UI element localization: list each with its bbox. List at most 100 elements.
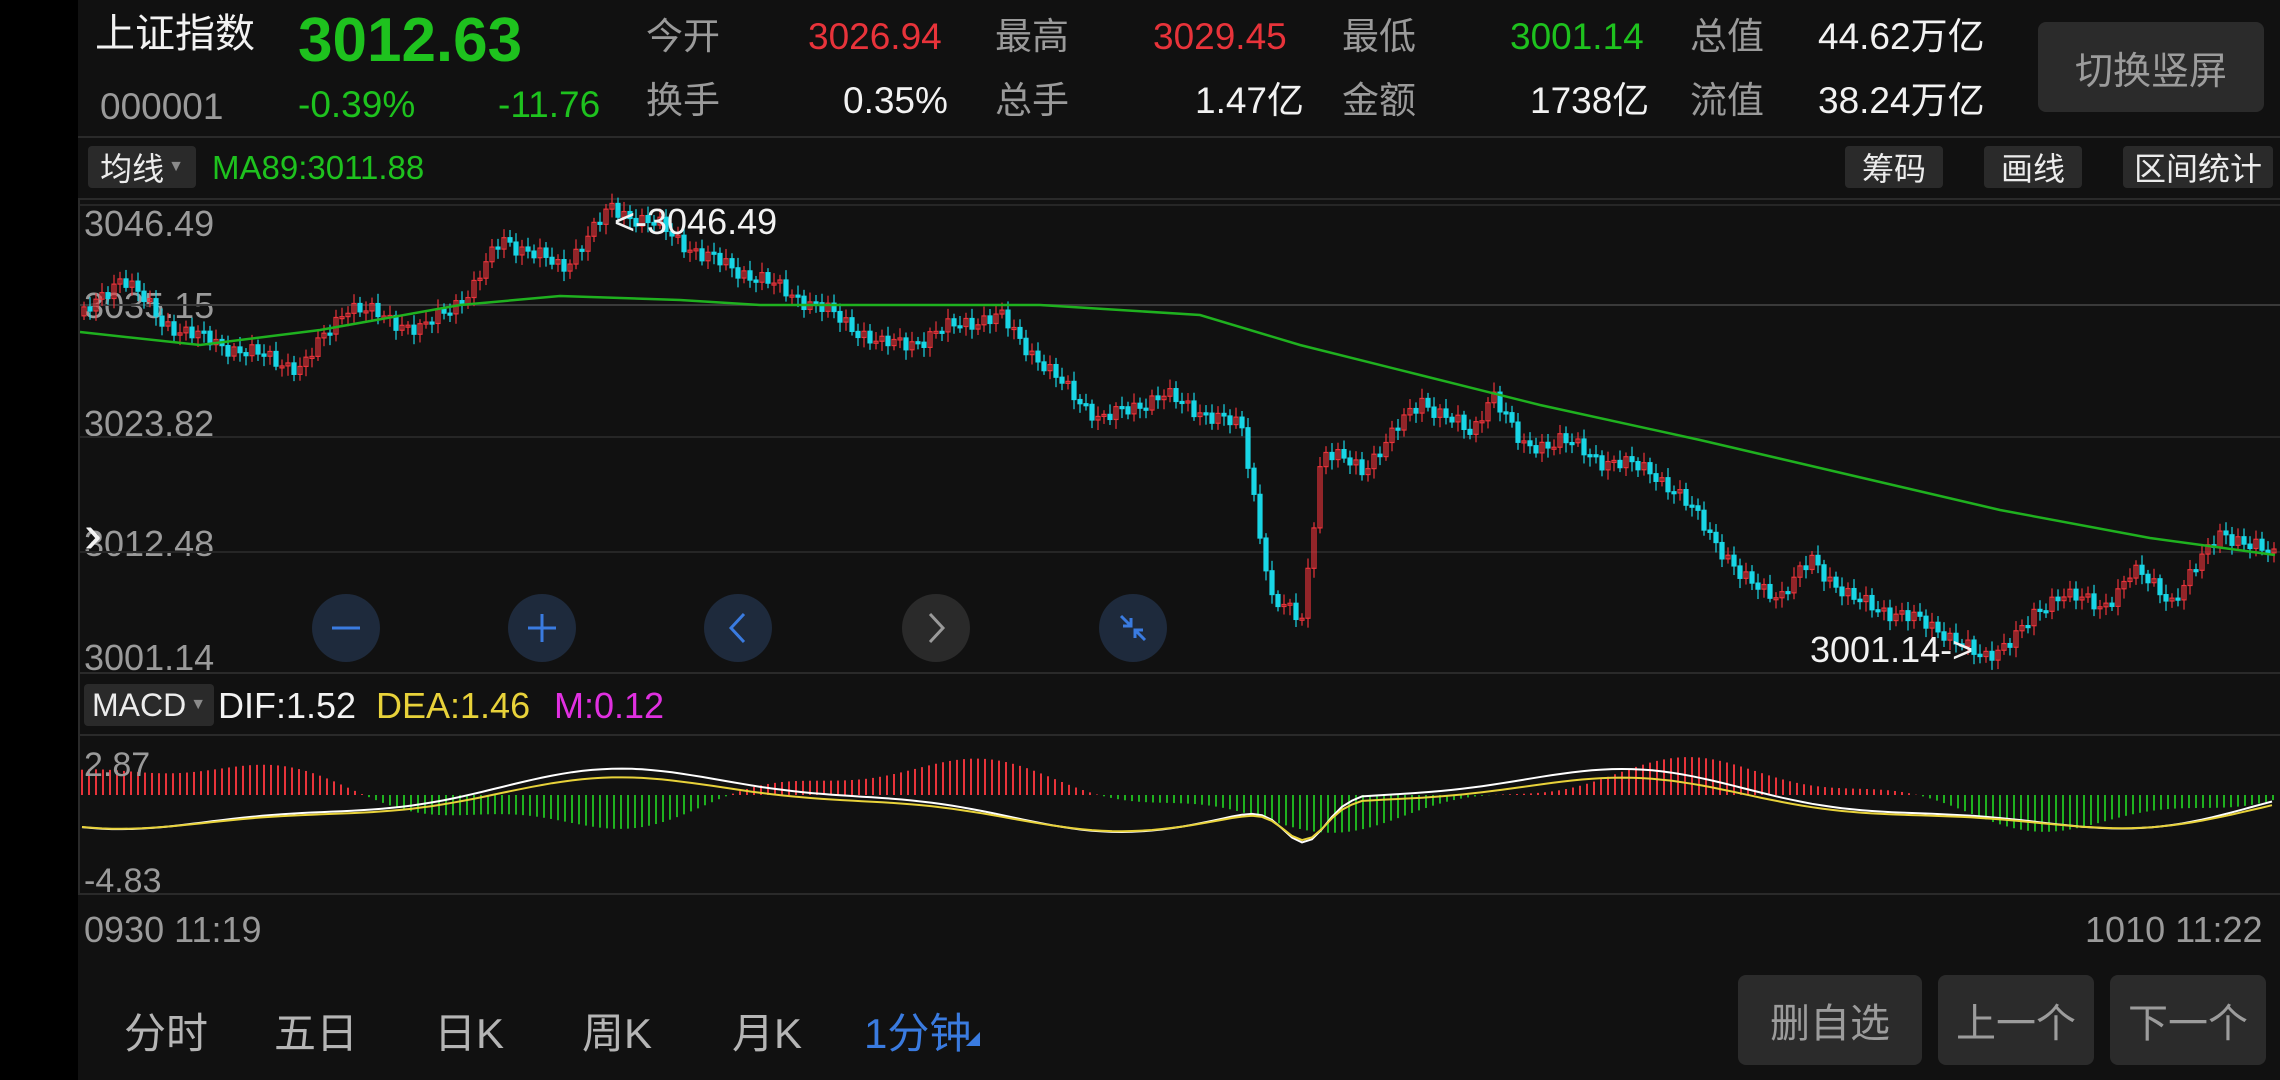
- tab-intraday[interactable]: 分时: [124, 1000, 208, 1061]
- candle-body: [903, 337, 909, 351]
- candle-body: [2091, 593, 2097, 610]
- candle-body: [1527, 440, 1533, 447]
- candle-body: [429, 321, 435, 325]
- candle-body: [2175, 597, 2181, 601]
- candle-body: [327, 332, 333, 336]
- tab-daily-k[interactable]: 日K: [434, 1000, 504, 1061]
- candle-body: [375, 302, 381, 318]
- candle-body: [1503, 411, 1509, 415]
- prev-button[interactable]: 上一个: [1938, 975, 2094, 1065]
- candle-body: [1887, 607, 1893, 622]
- candle-body: [1203, 412, 1209, 416]
- candle-body: [1053, 363, 1059, 378]
- candle-body: [1071, 380, 1077, 401]
- candle-body: [1263, 537, 1269, 572]
- candle-body: [1041, 361, 1047, 372]
- candle-body: [1689, 504, 1695, 508]
- candle-body: [1749, 571, 1755, 584]
- candle-body: [1251, 467, 1257, 495]
- macd-m: M:0.12: [554, 685, 665, 726]
- candle-body: [1395, 427, 1401, 431]
- candle-body: [2163, 594, 2169, 602]
- candle-body: [2145, 573, 2151, 584]
- tab-five-day[interactable]: 五日: [274, 1000, 358, 1061]
- candle-body: [1413, 407, 1419, 414]
- candle-body: [957, 325, 963, 329]
- candle-body: [711, 251, 717, 255]
- tab-one-minute[interactable]: 1分钟: [864, 1000, 971, 1061]
- candle-body: [507, 237, 513, 243]
- dif-line: [81, 767, 2273, 844]
- candle-body: [2259, 538, 2265, 551]
- candle-body: [1917, 611, 1923, 617]
- candle-body: [753, 279, 759, 283]
- candle-body: [561, 259, 567, 272]
- candle-body: [1671, 491, 1677, 495]
- candle-body: [1581, 438, 1587, 456]
- candle-body: [411, 324, 417, 335]
- candle-body: [237, 346, 243, 354]
- candle-body: [123, 278, 129, 288]
- candle-body: [1005, 309, 1011, 329]
- candle-body: [1269, 570, 1275, 596]
- collapse-button[interactable]: [1099, 594, 1167, 662]
- candle-body: [1221, 412, 1227, 417]
- high-marker: <-3046.49: [614, 201, 778, 242]
- candle-body: [2157, 578, 2163, 596]
- scroll-right-button[interactable]: [902, 594, 970, 662]
- candle-body: [729, 258, 735, 269]
- candle-body: [2241, 536, 2247, 545]
- candle-body: [105, 292, 111, 300]
- macd-selector[interactable]: MACD ▼: [84, 684, 214, 726]
- candle-body: [255, 344, 261, 355]
- zoom-in-button[interactable]: [508, 594, 576, 662]
- chevron-down-icon: ▼: [190, 696, 207, 713]
- candle-body: [513, 241, 519, 256]
- candle-body: [225, 345, 231, 357]
- candle-body: [1647, 462, 1653, 475]
- candle-body: [2073, 588, 2079, 601]
- candle-body: [2265, 549, 2271, 554]
- candle-body: [1077, 398, 1083, 405]
- zoom-out-icon: [332, 626, 360, 630]
- candle-body: [1635, 460, 1641, 471]
- next-button[interactable]: 下一个: [2110, 975, 2266, 1065]
- candle-body: [1239, 416, 1245, 429]
- macd-y-bottom: -4.83: [84, 862, 162, 900]
- candle-body: [813, 301, 819, 305]
- candle-body: [1923, 615, 1929, 629]
- candle-body: [2247, 543, 2253, 550]
- candle-body: [1023, 337, 1029, 356]
- candle-body: [735, 267, 741, 279]
- candle-body: [867, 330, 873, 344]
- candle-body: [1713, 531, 1719, 544]
- candlestick-chart: [79, 193, 2280, 844]
- zoom-out-button[interactable]: [312, 594, 380, 662]
- candle-body: [1599, 455, 1605, 471]
- candle-body: [855, 330, 861, 339]
- candle-body: [1731, 554, 1737, 567]
- dea-line: [81, 776, 2273, 842]
- tab-weekly-k[interactable]: 周K: [582, 1000, 652, 1061]
- candle-body: [1977, 653, 1983, 658]
- candle-body: [1839, 586, 1845, 597]
- candle-body: [849, 317, 855, 333]
- scroll-right-icon: [928, 612, 946, 644]
- candle-body: [243, 352, 249, 357]
- candle-body: [747, 270, 753, 281]
- candle-body: [1227, 415, 1233, 426]
- candle-body: [1563, 433, 1569, 444]
- candle-body: [1533, 445, 1539, 454]
- candle-body: [1461, 414, 1467, 431]
- candle-body: [1275, 593, 1281, 608]
- candle-body: [1143, 407, 1149, 411]
- candle-body: [1695, 505, 1701, 511]
- tab-monthly-k[interactable]: 月K: [732, 1000, 802, 1061]
- remove-watchlist-button[interactable]: 删自选: [1738, 975, 1922, 1065]
- candle-body: [1179, 400, 1185, 405]
- scroll-left-button[interactable]: [704, 594, 772, 662]
- candle-body: [597, 221, 603, 225]
- candle-body: [1653, 473, 1659, 482]
- candle-body: [2037, 608, 2043, 612]
- candle-body: [1443, 408, 1449, 418]
